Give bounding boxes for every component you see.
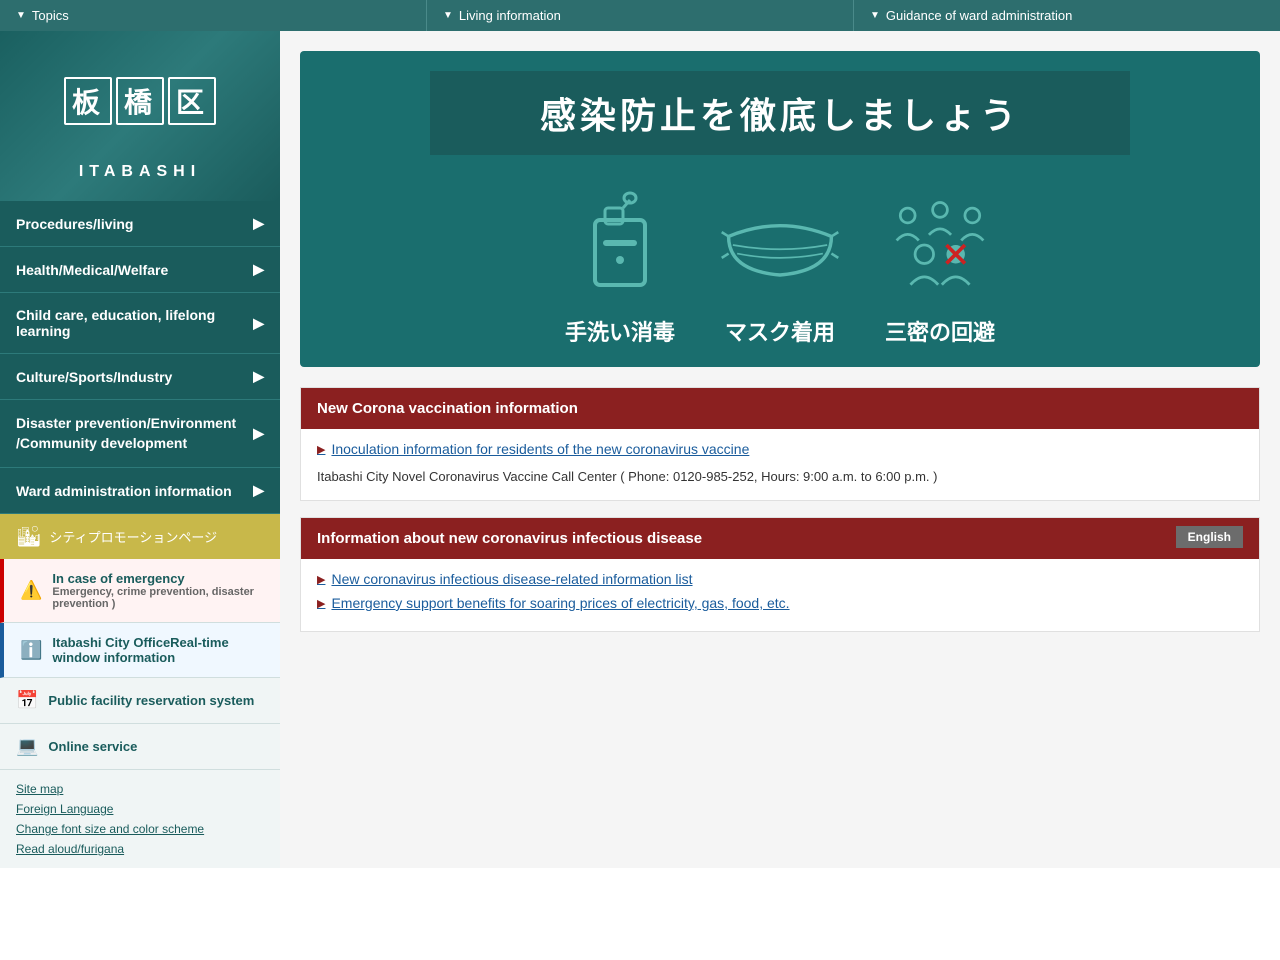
topics-arrow: ▼ xyxy=(16,10,26,21)
logo-circle: 板 橋 区 xyxy=(80,51,200,151)
ward-admin-arrow: ▶ xyxy=(253,482,264,499)
online-label: Online service xyxy=(48,739,137,754)
emergency-sublabel: Emergency, crime prevention, disaster pr… xyxy=(52,586,264,610)
sidebar-item-childcare[interactable]: Child care, education, lifelong learning… xyxy=(0,293,280,354)
emergency-link[interactable]: ⚠️ In case of emergency Emergency, crime… xyxy=(0,559,280,623)
hero-banner: 感染防止を徹底しましょう 手洗い消毒 xyxy=(300,51,1260,367)
infectious-link-1[interactable]: New coronavirus infectious disease-relat… xyxy=(317,571,1243,587)
kanji-1: 板 xyxy=(64,77,112,125)
health-label: Health/Medical/Welfare xyxy=(16,262,168,278)
childcare-arrow: ▶ xyxy=(253,315,264,332)
nav-ward[interactable]: ▼ Guidance of ward administration xyxy=(854,0,1280,31)
vaccination-header: New Corona vaccination information xyxy=(301,388,1259,429)
culture-arrow: ▶ xyxy=(253,368,264,385)
nav-topics[interactable]: ▼ Topics xyxy=(0,0,427,31)
soap-icon xyxy=(560,185,680,305)
health-arrow: ▶ xyxy=(253,261,264,278)
sidebar-item-culture[interactable]: Culture/Sports/Industry ▶ xyxy=(0,354,280,400)
top-nav: ▼ Topics ▼ Living information ▼ Guidance… xyxy=(0,0,1280,31)
sidebar-item-ward-admin[interactable]: Ward administration information ▶ xyxy=(0,468,280,514)
nav-living[interactable]: ▼ Living information xyxy=(427,0,854,31)
city-promo-icon: 🏙 xyxy=(16,524,41,549)
infectious-title: Information about new coronavirus infect… xyxy=(317,530,702,547)
sidebar-item-disaster[interactable]: Disaster prevention/Environment /Communi… xyxy=(0,400,280,468)
crowd-label: 三密の回避 xyxy=(885,315,995,347)
ward-arrow: ▼ xyxy=(870,10,880,21)
main-layout: 板 橋 区 ITABASHI Procedures/living ▶ Healt… xyxy=(0,31,1280,868)
vaccination-section: New Corona vaccination information Inocu… xyxy=(300,387,1260,501)
kanji-2: 橋 xyxy=(116,77,164,125)
hero-icons: 手洗い消毒 マスク xyxy=(560,185,1000,347)
soap-label: 手洗い消毒 xyxy=(565,315,675,347)
disaster-arrow: ▶ xyxy=(253,424,264,444)
sidebar-item-procedures[interactable]: Procedures/living ▶ xyxy=(0,201,280,247)
mask-item: マスク着用 xyxy=(720,185,840,347)
vaccination-callcenter: Itabashi City Novel Coronavirus Vaccine … xyxy=(317,465,1243,488)
sidebar-nav: Procedures/living ▶ Health/Medical/Welfa… xyxy=(0,201,280,514)
sidebar-logo: 板 橋 区 ITABASHI xyxy=(0,31,280,201)
sidebar-footer: Site map Foreign Language Change font si… xyxy=(0,770,280,868)
realtime-link[interactable]: ℹ️ Itabashi City OfficeReal-time window … xyxy=(0,623,280,678)
living-arrow: ▼ xyxy=(443,10,453,21)
font-size-link[interactable]: Change font size and color scheme xyxy=(16,822,264,836)
vaccination-link[interactable]: Inoculation information for residents of… xyxy=(317,441,1243,457)
infectious-link-2-text: Emergency support benefits for soaring p… xyxy=(331,595,789,611)
computer-icon: 💻 xyxy=(16,736,38,757)
ward-admin-label: Ward administration information xyxy=(16,483,232,499)
logo-kanji: 板 橋 区 xyxy=(64,77,216,125)
infectious-link-2[interactable]: Emergency support benefits for soaring p… xyxy=(317,595,1243,611)
calendar-icon: 📅 xyxy=(16,690,38,711)
foreign-language-link[interactable]: Foreign Language xyxy=(16,802,264,816)
english-button[interactable]: English xyxy=(1176,526,1243,548)
culture-label: Culture/Sports/Industry xyxy=(16,369,172,385)
info-icon: ℹ️ xyxy=(20,640,42,661)
ward-label: Guidance of ward administration xyxy=(886,8,1072,23)
warning-icon: ⚠️ xyxy=(20,580,42,601)
content-area: 感染防止を徹底しましょう 手洗い消毒 xyxy=(280,31,1280,868)
infectious-header: Information about new coronavirus infect… xyxy=(301,518,1259,559)
infectious-section: Information about new coronavirus infect… xyxy=(300,517,1260,632)
sidebar: 板 橋 区 ITABASHI Procedures/living ▶ Healt… xyxy=(0,31,280,868)
sidebar-item-health[interactable]: Health/Medical/Welfare ▶ xyxy=(0,247,280,293)
procedures-arrow: ▶ xyxy=(253,215,264,232)
logo-itabashi: ITABASHI xyxy=(79,163,201,181)
sitemap-link[interactable]: Site map xyxy=(16,782,264,796)
emergency-text: In case of emergency Emergency, crime pr… xyxy=(52,571,264,610)
mask-label: マスク着用 xyxy=(725,315,835,347)
infectious-body: New coronavirus infectious disease-relat… xyxy=(301,559,1259,631)
city-promo-banner[interactable]: 🏙 シティプロモーションページ xyxy=(0,514,280,559)
mask-icon xyxy=(720,185,840,305)
vaccination-link-text: Inoculation information for residents of… xyxy=(331,441,749,457)
crowd-icon xyxy=(880,185,1000,305)
online-link[interactable]: 💻 Online service xyxy=(0,724,280,770)
hero-title: 感染防止を徹底しましょう xyxy=(430,71,1130,155)
topics-label: Topics xyxy=(32,8,69,23)
facility-link[interactable]: 📅 Public facility reservation system xyxy=(0,678,280,724)
infectious-link-1-text: New coronavirus infectious disease-relat… xyxy=(331,571,692,587)
childcare-label: Child care, education, lifelong learning xyxy=(16,307,253,339)
city-promo-label: シティプロモーションページ xyxy=(49,527,217,546)
read-aloud-link[interactable]: Read aloud/furigana xyxy=(16,842,264,856)
disaster-label: Disaster prevention/Environment /Communi… xyxy=(16,414,253,453)
living-label: Living information xyxy=(459,8,561,23)
vaccination-body: Inoculation information for residents of… xyxy=(301,429,1259,500)
kanji-3: 区 xyxy=(168,77,216,125)
emergency-label: In case of emergency xyxy=(52,571,264,586)
soap-item: 手洗い消毒 xyxy=(560,185,680,347)
procedures-label: Procedures/living xyxy=(16,216,133,232)
facility-label: Public facility reservation system xyxy=(48,693,254,708)
realtime-label: Itabashi City OfficeReal-time window inf… xyxy=(52,635,264,665)
crowd-item: 三密の回避 xyxy=(880,185,1000,347)
